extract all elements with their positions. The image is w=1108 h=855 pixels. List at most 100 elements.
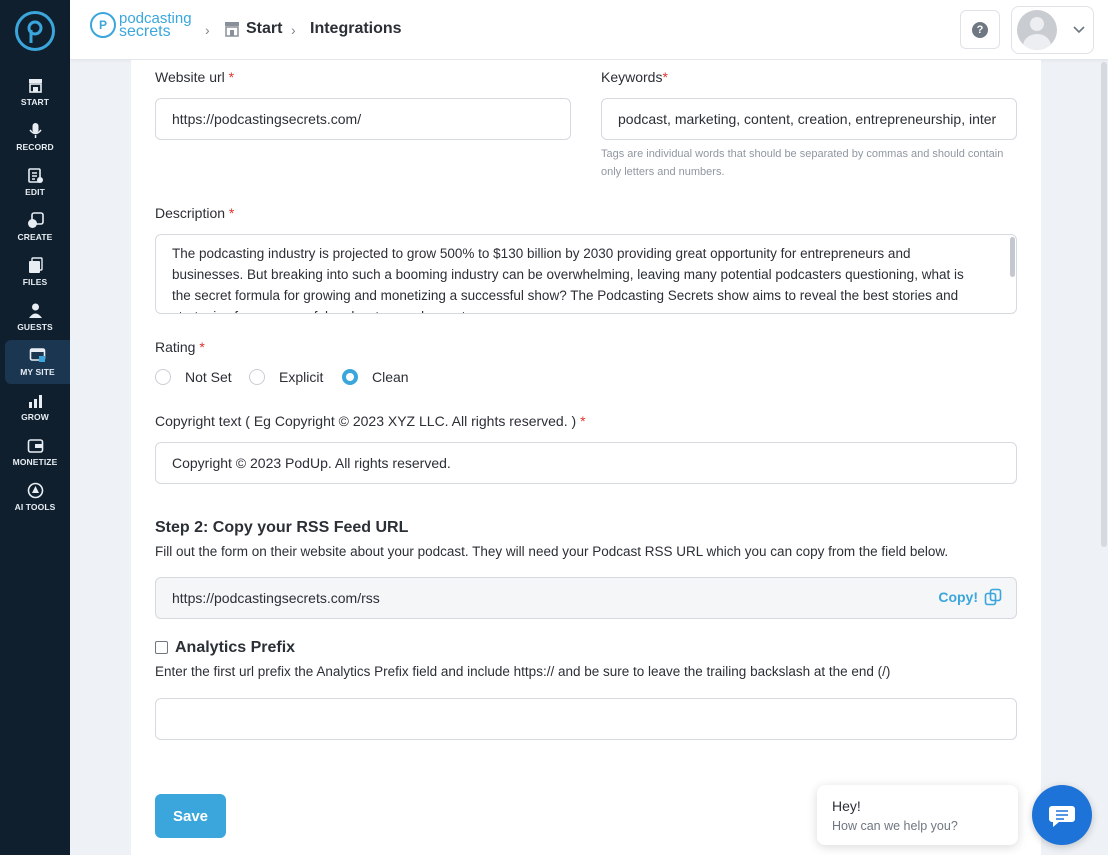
- step2-instructions: Fill out the form on their website about…: [155, 544, 949, 559]
- storefront-icon: [28, 79, 42, 93]
- sidebar-item-grow[interactable]: GROW: [0, 385, 70, 429]
- analytics-prefix-instructions: Enter the first url prefix the Analytics…: [155, 664, 891, 679]
- rating-option-not-set[interactable]: Not Set: [155, 369, 232, 385]
- sidebar-item-edit[interactable]: EDIT: [0, 160, 70, 204]
- sidebar-item-label: MY SITE: [20, 367, 55, 377]
- copyright-label: Copyright text ( Eg Copyright © 2023 XYZ…: [155, 413, 586, 429]
- breadcrumb-start-label: Start: [246, 20, 283, 37]
- sidebar-item-my-site[interactable]: MY SITE: [5, 340, 70, 384]
- sidebar-item-label: EDIT: [25, 187, 45, 197]
- app-logo-icon[interactable]: [15, 11, 55, 51]
- website-url-value: https://podcastingsecrets.com/: [172, 111, 362, 127]
- sidebar-item-label: GROW: [21, 412, 49, 422]
- top-bar: P podcasting secrets › Start › Integrati…: [70, 0, 1108, 60]
- radio-explicit[interactable]: [249, 369, 265, 385]
- user-menu-button[interactable]: [1011, 6, 1094, 54]
- description-value: The podcasting industry is projected to …: [172, 246, 964, 313]
- sidebar-item-ai-tools[interactable]: AI TOOLS: [0, 475, 70, 519]
- description-textarea[interactable]: The podcasting industry is projected to …: [155, 234, 1017, 314]
- required-asterisk: *: [199, 339, 205, 355]
- brand-logo[interactable]: P podcasting secrets: [90, 11, 192, 40]
- sidebar: START RECORD EDIT CREATE FILES GUESTS MY…: [0, 0, 70, 855]
- copyright-value: Copyright © 2023 PodUp. All rights reser…: [172, 455, 451, 471]
- rss-url-value: https://podcastingsecrets.com/rss: [172, 590, 380, 606]
- textarea-scrollbar[interactable]: [1010, 237, 1015, 277]
- radio-clean[interactable]: [342, 369, 358, 385]
- rating-option-label: Explicit: [279, 369, 324, 385]
- required-asterisk: *: [580, 413, 586, 429]
- microphone-icon: [28, 123, 42, 138]
- chevron-down-icon: [1073, 26, 1085, 34]
- files-icon: [28, 257, 43, 273]
- sidebar-item-label: START: [20, 97, 50, 107]
- breadcrumb-integrations-label: Integrations: [310, 20, 402, 37]
- chat-icon: [1049, 806, 1075, 827]
- ai-tools-icon: [27, 482, 43, 499]
- sidebar-item-label: FILES: [22, 277, 48, 287]
- breadcrumb-start[interactable]: Start: [224, 20, 282, 38]
- analytics-prefix-label: Analytics Prefix: [175, 639, 296, 656]
- sidebar-item-label: MONETIZE: [12, 457, 58, 467]
- website-url-input[interactable]: https://podcastingsecrets.com/: [155, 98, 571, 140]
- sidebar-item-label: CREATE: [17, 232, 53, 242]
- analytics-prefix-input[interactable]: [155, 698, 1017, 740]
- required-asterisk: *: [228, 69, 235, 85]
- sidebar-item-files[interactable]: FILES: [0, 250, 70, 294]
- copy-button[interactable]: Copy!: [938, 588, 1002, 606]
- save-button[interactable]: Save: [155, 794, 226, 838]
- avatar: [1017, 10, 1057, 50]
- storefront-icon: [225, 22, 239, 37]
- rating-option-clean[interactable]: Clean: [342, 369, 409, 385]
- sidebar-item-label: AI TOOLS: [14, 502, 56, 512]
- rating-option-label: Clean: [372, 369, 409, 385]
- chat-greeting-bubble[interactable]: Hey! How can we help you?: [817, 785, 1018, 845]
- grow-chart-icon: [28, 395, 42, 408]
- analytics-prefix-checkbox[interactable]: [155, 641, 168, 654]
- sidebar-item-label: RECORD: [16, 142, 54, 152]
- my-site-icon: [29, 348, 46, 362]
- website-url-label-text: Website url: [155, 69, 225, 85]
- question-icon: ?: [972, 21, 988, 38]
- chevron-right-icon: ›: [291, 22, 296, 38]
- step2-title: Step 2: Copy your RSS Feed URL: [155, 519, 409, 536]
- sidebar-item-record[interactable]: RECORD: [0, 115, 70, 159]
- sidebar-item-guests[interactable]: GUESTS: [0, 295, 70, 339]
- sidebar-item-label: GUESTS: [17, 322, 53, 332]
- keywords-label: Keywords*: [601, 69, 668, 85]
- edit-icon: [27, 168, 43, 183]
- brand-mark-icon: P: [90, 12, 116, 38]
- guests-icon: [28, 303, 42, 318]
- chat-launcher-button[interactable]: [1032, 785, 1092, 845]
- sidebar-item-create[interactable]: CREATE: [0, 205, 70, 249]
- monetize-icon: [27, 439, 43, 453]
- rating-option-label: Not Set: [185, 369, 232, 385]
- copy-icon: [984, 588, 1002, 606]
- breadcrumb-integrations: Integrations: [310, 20, 402, 38]
- website-url-label: Website url *: [155, 69, 234, 85]
- radio-not-set[interactable]: [155, 369, 171, 385]
- copy-label: Copy!: [938, 589, 978, 605]
- sidebar-item-monetize[interactable]: MONETIZE: [0, 430, 70, 474]
- page-scrollbar[interactable]: [1101, 62, 1107, 547]
- chat-prompt: How can we help you?: [832, 819, 958, 833]
- required-asterisk: *: [662, 69, 668, 85]
- chat-greeting: Hey!: [832, 798, 861, 814]
- rating-label-text: Rating: [155, 339, 196, 355]
- rss-url-field[interactable]: https://podcastingsecrets.com/rss Copy!: [155, 577, 1017, 619]
- copyright-label-text: Copyright text ( Eg Copyright © 2023 XYZ…: [155, 413, 577, 429]
- copyright-input[interactable]: Copyright © 2023 PodUp. All rights reser…: [155, 442, 1017, 484]
- description-label: Description *: [155, 205, 234, 221]
- chevron-right-icon: ›: [205, 22, 210, 38]
- rating-label: Rating *: [155, 339, 205, 355]
- help-button[interactable]: ?: [960, 10, 1000, 49]
- keywords-value: podcast, marketing, content, creation, e…: [618, 111, 997, 127]
- required-asterisk: *: [228, 205, 235, 221]
- keywords-hint: Tags are individual words that should be…: [601, 148, 1004, 178]
- sidebar-item-start[interactable]: START: [0, 70, 70, 114]
- keywords-label-text: Keywords: [601, 69, 663, 85]
- description-label-text: Description: [155, 205, 226, 221]
- brand-name: podcasting secrets: [119, 11, 192, 40]
- keywords-input[interactable]: podcast, marketing, content, creation, e…: [601, 98, 1017, 140]
- create-icon: [27, 212, 44, 228]
- rating-option-explicit[interactable]: Explicit: [249, 369, 323, 385]
